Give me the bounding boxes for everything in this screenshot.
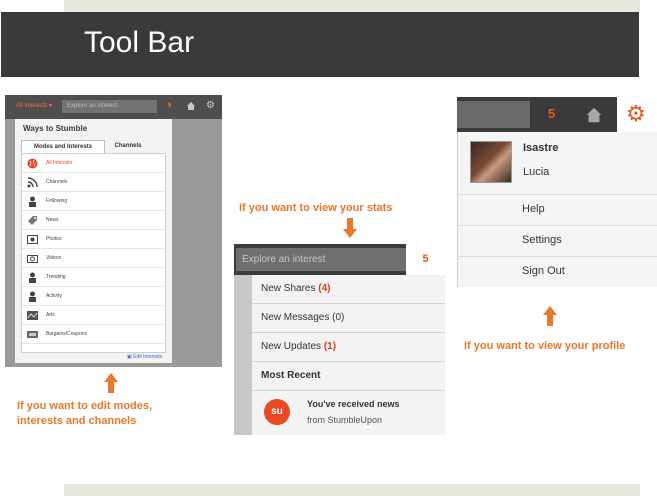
- home-icon[interactable]: [585, 106, 603, 124]
- tab-channels[interactable]: Channels: [107, 140, 149, 152]
- list-item-label: News: [46, 217, 59, 223]
- toolbar: 5 ⚙: [457, 97, 657, 132]
- interest-list: All Interests Channels Following News Ph…: [21, 153, 166, 353]
- new-messages-count: (0): [332, 312, 345, 323]
- list-item-channels[interactable]: Channels: [22, 173, 165, 192]
- gear-icon: ⚙: [626, 101, 646, 126]
- coupon-icon: [27, 331, 38, 338]
- globe-icon: [27, 158, 38, 169]
- settings-gear-button[interactable]: ⚙: [617, 97, 657, 132]
- news-source: from StumbleUpon: [307, 415, 383, 425]
- menu-item-label: Settings: [522, 234, 562, 246]
- new-updates-count: (1): [323, 341, 337, 352]
- arts-icon: [27, 311, 38, 320]
- list-item-label: Channels: [46, 179, 68, 185]
- list-item-all-interests[interactable]: All Interests: [22, 154, 165, 173]
- menu-item-help[interactable]: Help: [458, 194, 657, 224]
- down-arrow-icon: [343, 218, 357, 238]
- most-recent-header: Most Recent: [252, 362, 445, 391]
- stumbleupon-icon: su: [264, 399, 290, 425]
- edit-interests-link[interactable]: ▣ Edit Interests: [127, 354, 162, 360]
- edit-note-line1: If you want to edit modes,: [17, 400, 153, 412]
- slide-title-bar: Tool Bar: [1, 12, 639, 77]
- stumble-toolbar-panel: All Interests ▾ Explore an interest 5 ⚙ …: [5, 95, 222, 367]
- top-decor-band: [64, 0, 640, 12]
- menu-item-sign-out[interactable]: Sign Out: [458, 256, 657, 286]
- list-item-bargains-coupons[interactable]: Bargains/Coupons: [22, 325, 165, 344]
- new-shares-count: (4): [318, 283, 331, 294]
- tag-icon: [28, 216, 37, 225]
- up-arrow-icon: [104, 373, 118, 393]
- list-item-following[interactable]: Following: [22, 192, 165, 211]
- list-item-label: Photos: [46, 236, 62, 242]
- dropdown-heading: Ways to Stumble: [23, 124, 88, 133]
- search-input[interactable]: [457, 101, 530, 128]
- gear-icon[interactable]: ⚙: [206, 100, 215, 112]
- list-item-trending[interactable]: Trending: [22, 268, 165, 287]
- stats-count[interactable]: 5: [168, 103, 171, 109]
- user-name[interactable]: Isastre: [523, 142, 558, 154]
- row-label: New Messages (0): [261, 312, 345, 323]
- list-item-news[interactable]: News: [22, 211, 165, 230]
- stats-panel: Explore an interest 5 New Shares (4) New…: [234, 244, 445, 435]
- stats-count[interactable]: 5: [406, 244, 445, 275]
- new-messages-row[interactable]: New Messages (0): [252, 304, 445, 333]
- toolbar: All Interests ▾ Explore an interest 5 ⚙: [5, 95, 222, 119]
- news-title: You've received news: [307, 399, 400, 409]
- ways-to-stumble-dropdown: Ways to Stumble Modes and Interests Chan…: [15, 119, 172, 363]
- list-item-videos[interactable]: Videos: [22, 249, 165, 268]
- list-item-label: Following: [46, 198, 68, 204]
- edit-note-line2: interests and channels: [17, 415, 137, 427]
- slide-title: Tool Bar: [84, 26, 195, 59]
- stats-count[interactable]: 5: [548, 106, 555, 121]
- list-item-label: Activity: [46, 293, 62, 299]
- tab-modes-and-interests[interactable]: Modes and Interests: [21, 140, 105, 153]
- toolbar: Explore an interest 5: [234, 244, 445, 275]
- list-item-label: Videos: [46, 255, 62, 261]
- camera-icon: [27, 255, 38, 263]
- interests-dropdown[interactable]: All Interests ▾: [16, 102, 52, 109]
- list-item-arts[interactable]: Arts: [22, 306, 165, 325]
- up-arrow-icon: [543, 306, 557, 326]
- search-input[interactable]: Explore an interest: [62, 100, 157, 113]
- news-item[interactable]: su You've received news from StumbleUpon: [252, 391, 445, 435]
- user-subname: Lucia: [523, 166, 550, 178]
- new-updates-row[interactable]: New Updates (1): [252, 333, 445, 362]
- menu-item-label: Sign Out: [522, 265, 565, 277]
- avatar: [470, 141, 512, 183]
- panel-left-strip: [234, 275, 252, 435]
- list-item-label: All Interests: [46, 160, 73, 166]
- profile-menu: Isastre Lucia Help Settings Sign Out: [457, 132, 657, 287]
- person-icon: [29, 196, 36, 207]
- row-label: New Shares (4): [261, 283, 331, 294]
- edit-modes-note: If you want to edit modes, interests and…: [17, 399, 152, 429]
- person-icon: [29, 291, 36, 302]
- section-title: Most Recent: [261, 370, 321, 381]
- profile-panel: 5 ⚙ Isastre Lucia Help Settings Sign Out: [457, 97, 657, 287]
- bottom-decor-band: [64, 484, 640, 496]
- menu-item-settings[interactable]: Settings: [458, 225, 657, 255]
- list-item-label: Arts: [46, 312, 55, 318]
- person-icon: [29, 272, 36, 283]
- photo-icon: [27, 235, 38, 244]
- home-icon[interactable]: [186, 101, 196, 111]
- list-item-photos[interactable]: Photos: [22, 230, 165, 249]
- row-label: New Updates (1): [261, 341, 337, 352]
- list-item-label: Bargains/Coupons: [46, 331, 88, 337]
- list-item-activity[interactable]: Activity: [22, 287, 165, 306]
- new-shares-row[interactable]: New Shares (4): [252, 275, 445, 304]
- list-item-label: Trending: [46, 274, 66, 280]
- rss-icon: [27, 177, 38, 188]
- profile-note: If you want to view your profile: [464, 340, 626, 352]
- menu-item-label: Help: [522, 203, 545, 215]
- stats-note: If you want to view your stats: [239, 202, 393, 214]
- search-input[interactable]: Explore an interest: [236, 248, 406, 271]
